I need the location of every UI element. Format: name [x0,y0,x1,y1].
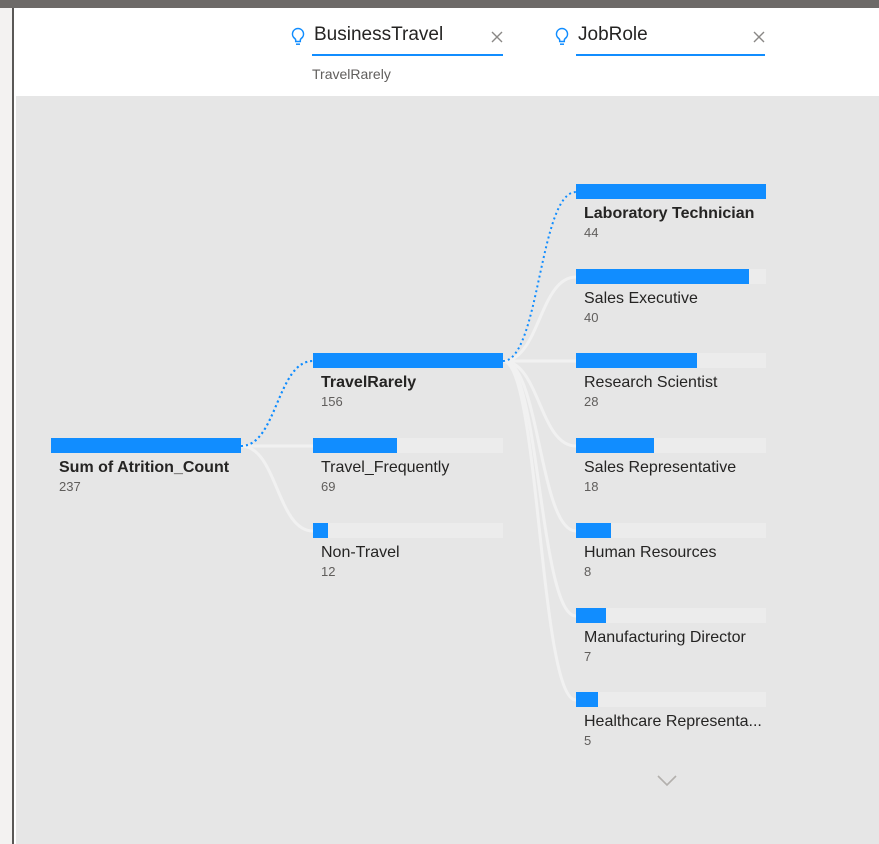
left-pane-edge [0,8,14,844]
tree-node-businesstravel[interactable]: TravelRarely 156 [313,353,503,413]
tree-node-jobrole[interactable]: Human Resources 8 [576,523,766,583]
bar-fill [576,438,654,453]
node-value: 40 [584,310,599,325]
node-label: Healthcare Representa... [584,713,762,730]
bar-fill [576,523,611,538]
bar-track [576,523,766,538]
tree-node-businesstravel[interactable]: Non-Travel 12 [313,523,503,583]
node-label: Travel_Frequently [321,459,450,476]
tree-node-root[interactable]: Sum of Atrition_Count 237 [51,438,241,498]
level-selection-value: TravelRarely [312,66,391,82]
level-chip-jobrole[interactable]: JobRole [554,21,774,57]
node-label: Sales Executive [584,290,698,307]
tree-node-jobrole[interactable]: Laboratory Technician 44 [576,184,766,244]
bar-track [313,353,503,368]
bar-fill [576,353,697,368]
tree-node-jobrole[interactable]: Manufacturing Director 7 [576,608,766,668]
level-title: JobRole [578,24,648,45]
lightbulb-icon [291,27,305,45]
bar-track [576,184,766,199]
node-label: Research Scientist [584,374,718,391]
chevron-down-icon[interactable] [655,772,679,788]
bar-fill [576,269,749,284]
node-value: 12 [321,564,336,579]
bar-fill [313,438,397,453]
node-label: TravelRarely [321,374,417,391]
node-label: Human Resources [584,544,717,561]
node-label: Sum of Atrition_Count [59,459,230,476]
bar-track [576,692,766,707]
close-icon[interactable] [490,30,504,44]
bar-track [313,523,503,538]
lightbulb-icon [555,27,569,45]
tree-node-jobrole[interactable]: Research Scientist 28 [576,353,766,413]
bar-fill [576,692,598,707]
tree-node-jobrole[interactable]: Healthcare Representa... 5 [576,692,766,752]
window-top-strip [0,0,879,8]
node-value: 8 [584,564,592,579]
bar-fill [576,184,766,199]
node-value: 156 [321,394,343,409]
level-title: BusinessTravel [314,24,444,45]
bar-track [576,269,766,284]
level-underline [576,54,765,56]
level-underline [312,54,503,56]
node-value: 18 [584,479,599,494]
bar-track [576,608,766,623]
bar-fill [576,608,606,623]
bar-track [51,438,241,453]
tree-node-jobrole[interactable]: Sales Executive 40 [576,269,766,329]
node-label: Sales Representative [584,459,737,476]
node-label: Non-Travel [321,544,400,561]
node-value: 28 [584,394,599,409]
bar-fill [313,353,503,368]
close-icon[interactable] [752,30,766,44]
node-value: 7 [584,649,592,664]
bar-track [576,438,766,453]
bar-fill [313,523,328,538]
node-value: 237 [59,479,81,494]
level-chip-businesstravel[interactable]: BusinessTravel [290,21,510,57]
node-value: 5 [584,733,592,748]
tree-node-jobrole[interactable]: Sales Representative 18 [576,438,766,498]
node-value: 44 [584,225,599,240]
bar-fill [51,438,241,453]
bar-track [576,353,766,368]
node-value: 69 [321,479,336,494]
tree-node-businesstravel[interactable]: Travel_Frequently 69 [313,438,503,498]
node-label: Manufacturing Director [584,629,746,646]
node-label: Laboratory Technician [584,205,755,222]
bar-track [313,438,503,453]
